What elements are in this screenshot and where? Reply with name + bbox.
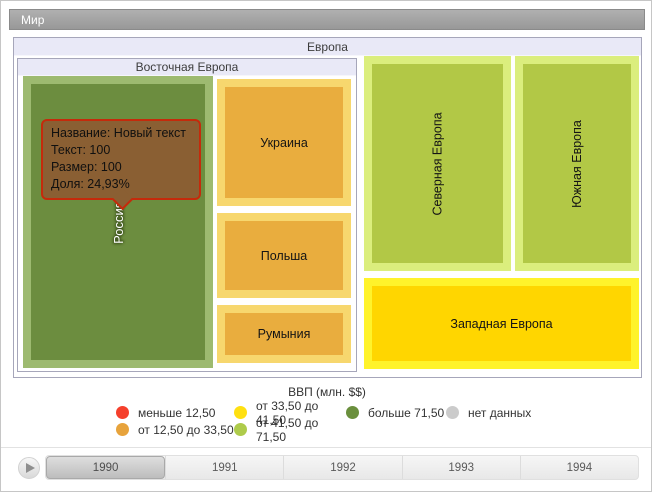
tile-label-romania: Румыния: [257, 327, 311, 341]
treemap-tile-romania[interactable]: Румыния: [217, 305, 351, 363]
timeline-year-1990[interactable]: 1990: [46, 456, 166, 479]
legend-dot-darkgreen-icon: [346, 406, 359, 419]
legend-item-label: больше 71,50: [368, 405, 445, 420]
legend-dot-red-icon: [116, 406, 129, 419]
legend-grid: меньше 12,50 от 12,50 до 33,50 от 33,50 …: [116, 399, 538, 444]
legend-dot-gray-icon: [446, 406, 459, 419]
timeline-year-1993[interactable]: 1993: [401, 456, 520, 479]
timeline-year-1994[interactable]: 1994: [519, 456, 638, 479]
timeline-panel: 1990 1991 1992 1993 1994: [1, 447, 651, 491]
legend-item: меньше 12,50: [116, 404, 234, 421]
legend-item: от 41,50 до 71,50: [234, 416, 346, 444]
legend-item-label: от 12,50 до 33,50: [138, 422, 234, 437]
tooltip-name-line: Название: Новый текст: [51, 126, 186, 140]
treemap-tile-southern-europe[interactable]: Южная Европа: [515, 56, 639, 271]
eastern-europe-group-label: Восточная Европа: [135, 60, 239, 74]
legend-item: больше 71,50: [346, 404, 446, 421]
tooltip-text-line: Текст: 100: [51, 143, 111, 157]
legend-item-label: нет данных: [468, 405, 532, 420]
europe-group-label: Европа: [307, 39, 348, 54]
legend-dot-orange-icon: [116, 423, 129, 436]
legend: ВВП (млн. $$) меньше 12,50 от 12,50 до 3…: [1, 385, 651, 444]
legend-dot-yellow-icon: [234, 406, 247, 419]
legend-item: от 12,50 до 33,50: [116, 421, 234, 438]
treemap-tile-poland[interactable]: Польша: [217, 213, 351, 298]
timeline-track: 1990 1991 1992 1993 1994: [45, 455, 639, 480]
timeline-year-1992[interactable]: 1992: [283, 456, 401, 479]
legend-item: нет данных: [446, 404, 538, 421]
tile-label-western-europe: Западная Европа: [450, 316, 553, 331]
world-bar-label: Мир: [21, 12, 45, 27]
legend-item-label: от 41,50 до 71,50: [256, 415, 319, 444]
app-window: Мир Европа Восточная Европа Россия Украи…: [0, 0, 652, 492]
eastern-europe-group-header[interactable]: Восточная Европа: [18, 59, 356, 76]
tile-label-poland: Польша: [260, 248, 308, 263]
treemap-tile-northern-europe[interactable]: Северная Европа: [364, 56, 511, 271]
legend-item-label: меньше 12,50: [138, 405, 216, 420]
treemap-tile-ukraine[interactable]: Украина: [217, 79, 351, 206]
play-icon: [25, 463, 35, 473]
treemap-tile-western-europe[interactable]: Западная Европа: [364, 278, 639, 369]
tile-label-northern-europe: Северная Европа: [430, 111, 445, 216]
legend-dot-lightgreen-icon: [234, 423, 247, 436]
europe-group-header[interactable]: Европа: [14, 38, 641, 56]
tile-label-ukraine: Украина: [260, 135, 308, 150]
breadcrumb-world-bar[interactable]: Мир: [9, 9, 645, 30]
tooltip-size-line: Размер: 100: [51, 160, 122, 174]
tooltip-russia: Название: Новый текст Текст: 100 Размер:…: [41, 119, 201, 211]
play-button[interactable]: [18, 457, 40, 479]
timeline-year-1991[interactable]: 1991: [165, 456, 283, 479]
tile-label-southern-europe: Южная Европа: [569, 119, 584, 208]
